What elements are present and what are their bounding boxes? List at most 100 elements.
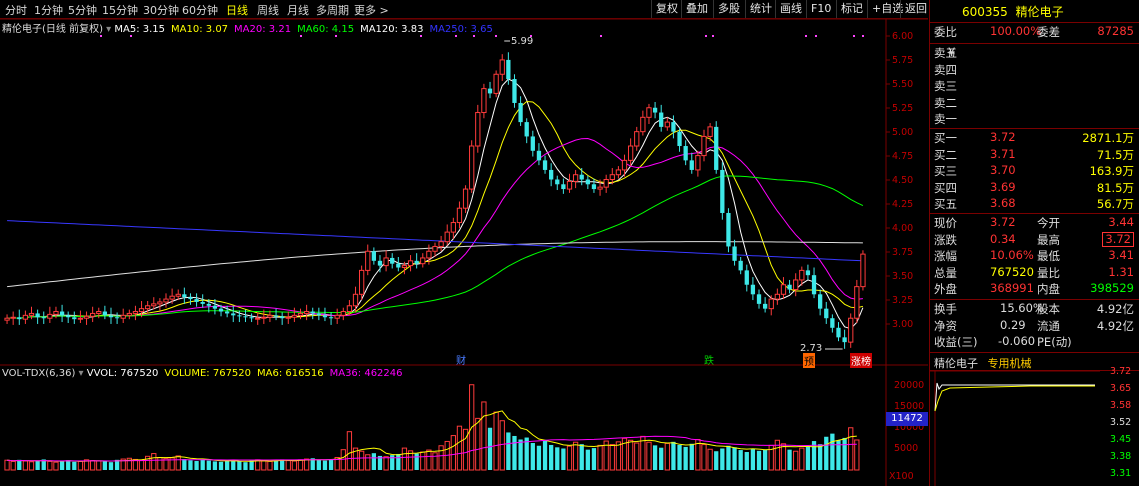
volume-bar xyxy=(28,461,35,471)
price-axis-label: 4.75 xyxy=(892,151,914,162)
mini-axis-label: 3.38 xyxy=(1110,451,1132,462)
stock-header: 600355 精伦电子 xyxy=(962,3,1064,20)
fundamental-row: 净资 0.29 流通 4.92亿 xyxy=(934,317,1134,333)
volume-bar xyxy=(634,442,640,471)
top-event-dot xyxy=(862,35,864,37)
mini-axis-label: 3.31 xyxy=(1110,468,1132,479)
candle-body xyxy=(169,295,175,300)
price-axis-label: 4.25 xyxy=(892,199,914,210)
candle-body xyxy=(175,293,181,297)
volume-bar xyxy=(677,444,682,470)
candle-body xyxy=(291,314,298,318)
volume-bar xyxy=(35,460,40,470)
candle-body xyxy=(475,112,481,147)
volume-legend-title: VOL-TDX(6,36) xyxy=(2,368,76,379)
volume-bar xyxy=(151,453,157,471)
candle-body xyxy=(346,305,353,313)
candle-body xyxy=(530,136,535,151)
candle-body xyxy=(212,305,218,309)
volume-legend-item-1: VOLUME: 767520 xyxy=(164,368,252,379)
volume-legend-item-3: MA36: 462246 xyxy=(329,368,403,379)
stock-name: 精伦电子 xyxy=(1015,5,1064,19)
candle-body xyxy=(701,135,707,157)
event-marker-drop[interactable]: 跌 xyxy=(703,352,715,367)
candle-body xyxy=(726,212,731,247)
candle-body xyxy=(689,160,694,170)
top-event-dot xyxy=(130,35,132,37)
volume-bar xyxy=(456,425,463,471)
candle-body xyxy=(218,308,224,312)
candle-body xyxy=(41,317,46,319)
ma10-line xyxy=(7,100,864,319)
volume-bar xyxy=(285,460,291,471)
volume-bar xyxy=(157,456,163,471)
volume-bar xyxy=(273,460,279,470)
candle-body xyxy=(17,317,22,320)
candle-body xyxy=(249,317,254,319)
candle-body xyxy=(390,257,395,264)
mini-tab-industry[interactable]: 专用机械 xyxy=(988,357,1032,370)
candle-body xyxy=(615,169,622,176)
candle-body xyxy=(818,294,823,309)
volume-bar xyxy=(90,460,96,471)
volume-bar xyxy=(805,446,811,470)
volume-bar xyxy=(579,444,584,470)
candle-body xyxy=(328,317,334,319)
mini-axis-label: 3.52 xyxy=(1110,417,1132,428)
volume-bar xyxy=(818,444,823,470)
volume-bar xyxy=(66,460,71,470)
volume-bar xyxy=(206,460,211,470)
mini-chart-axis: 3.72 3.65 3.58 3.52 3.45 3.38 3.31 xyxy=(1106,366,1139,486)
candle-body xyxy=(659,112,664,127)
candle-body xyxy=(77,317,84,320)
volume-bar xyxy=(365,454,371,471)
volume-bar xyxy=(218,461,224,470)
candle-body xyxy=(860,253,866,288)
volume-axis-unit: X100 xyxy=(889,471,914,482)
candle-body xyxy=(756,294,762,304)
candle-body xyxy=(352,293,359,307)
candle-body xyxy=(237,315,242,317)
event-marker-earnings[interactable]: 财 xyxy=(455,352,467,367)
volume-bar xyxy=(793,450,799,471)
price-axis-label: 5.50 xyxy=(892,79,914,90)
volume-bar xyxy=(659,447,664,470)
candle-body xyxy=(83,315,90,319)
volume-bar xyxy=(555,447,560,470)
candle-body xyxy=(120,314,126,319)
event-marker-limit-up-list[interactable]: 涨榜 xyxy=(850,353,872,368)
candle-body xyxy=(316,313,321,316)
volume-bar xyxy=(291,460,298,471)
price-axis-label: 6.00 xyxy=(892,31,914,42)
volume-bar xyxy=(566,445,573,471)
candle-body xyxy=(96,311,102,314)
volume-bar xyxy=(542,439,548,470)
candle-body xyxy=(842,337,847,343)
kline-chart[interactable] xyxy=(0,0,928,486)
candle-body xyxy=(401,265,408,269)
chevron-down-icon[interactable]: ▾ xyxy=(75,368,86,379)
volume-bar xyxy=(720,448,725,470)
candle-body xyxy=(420,257,426,265)
candle-body xyxy=(297,312,304,316)
mini-tab-stock[interactable]: 精伦电子 xyxy=(934,357,978,370)
candle-body xyxy=(225,311,230,314)
candle-body xyxy=(591,184,597,190)
volume-bar xyxy=(237,461,242,470)
candle-body xyxy=(732,246,737,261)
volume-bar xyxy=(756,450,762,470)
mini-axis-label: 3.45 xyxy=(1110,434,1132,445)
volume-bar xyxy=(261,460,267,471)
candle-body xyxy=(188,297,193,300)
volume-bar xyxy=(536,445,542,470)
high-price-annotation: 5.99 xyxy=(511,36,534,47)
candle-body xyxy=(163,298,169,303)
candle-body xyxy=(481,88,487,114)
candle-body xyxy=(126,312,132,316)
volume-bar xyxy=(524,437,529,470)
volume-bar xyxy=(17,459,22,470)
volume-bar xyxy=(499,420,505,471)
event-marker-forecast[interactable]: 预 xyxy=(803,353,815,368)
candle-body xyxy=(340,311,346,316)
ask-row: 卖三 xyxy=(934,79,957,93)
